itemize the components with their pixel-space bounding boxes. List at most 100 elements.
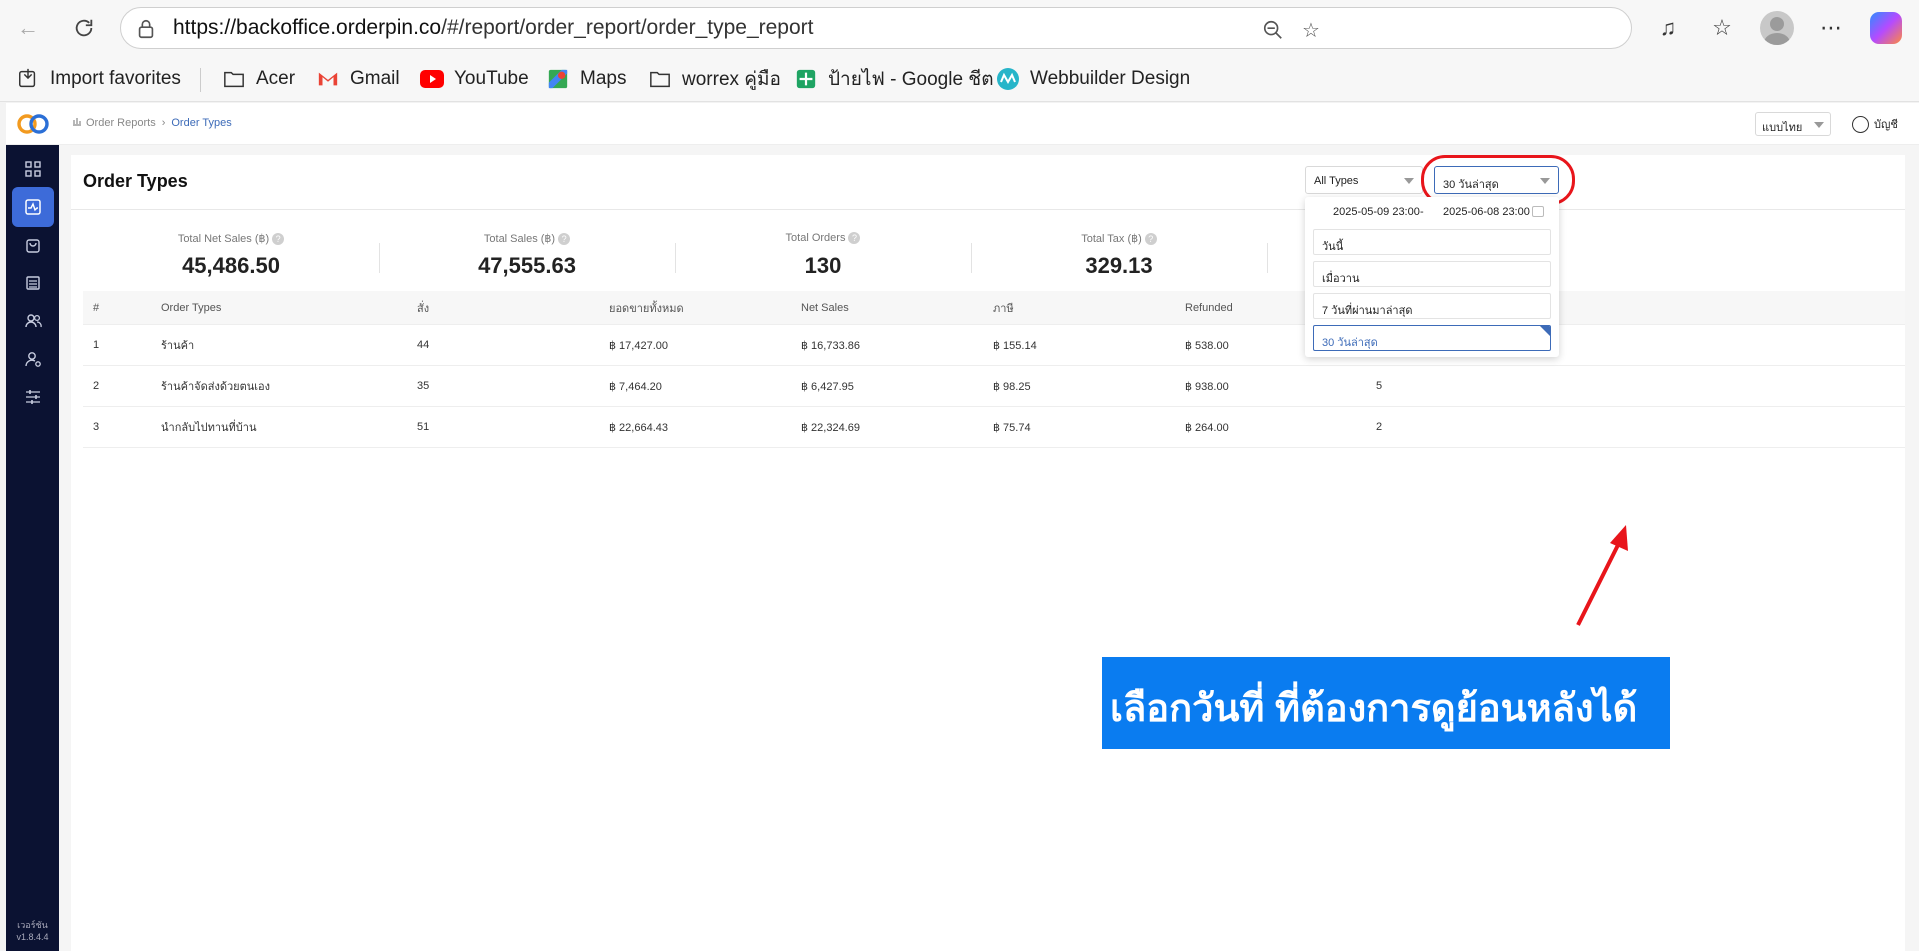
- zoom-out-icon[interactable]: [1261, 18, 1285, 42]
- order-type-filter[interactable]: All Types: [1305, 166, 1423, 194]
- col-tax: ภาษี: [993, 302, 1014, 315]
- account-label: บัญชี: [1874, 119, 1898, 131]
- sidebar-item-customers[interactable]: [12, 301, 54, 341]
- help-icon[interactable]: ?: [558, 233, 571, 245]
- date-range-dropdown: 2025-05-09 23:00 - 2025-06-08 23:00 วันน…: [1305, 197, 1559, 357]
- report-chart-icon: [72, 116, 82, 129]
- col-net-sales: Net Sales: [801, 301, 849, 314]
- main-content: Order Types All Types 30 วันล่าสุด Total…: [59, 145, 1919, 951]
- col-order-types: Order Types: [161, 301, 222, 314]
- account-menu[interactable]: บัญชี: [1852, 115, 1898, 133]
- stat-total-tax: Total Tax (฿)? 329.13: [971, 215, 1267, 301]
- favorite-star-icon[interactable]: ☆: [1299, 18, 1323, 42]
- url-text: https://backoffice.orderpin.co/#/report/…: [173, 16, 814, 39]
- table-row[interactable]: 2 ร้านค้าจัดส่งด้วยตนเอง 35 ฿ 7,464.20 ฿…: [83, 366, 1905, 407]
- stat-total-sales: Total Sales (฿)? 47,555.63: [478, 233, 576, 278]
- help-icon[interactable]: ?: [848, 232, 861, 244]
- catalog-icon: [26, 276, 40, 290]
- bookmark-import-favorites[interactable]: Import favorites: [16, 65, 181, 93]
- stat-total-net-sales: Total Net Sales (฿)? 45,486.50: [83, 215, 379, 301]
- col-orders: สั่ง: [417, 302, 430, 315]
- staff-icon: [25, 352, 41, 367]
- calendar-icon[interactable]: [1532, 206, 1544, 217]
- sidebar-item-orders[interactable]: [12, 225, 54, 265]
- chevron-down-icon: [1814, 122, 1824, 128]
- bookmark-separator: [200, 68, 201, 92]
- breadcrumb: Order Reports › Order Types: [72, 116, 232, 129]
- start-date[interactable]: 2025-05-09 23:00: [1333, 206, 1420, 218]
- option-today[interactable]: วันนี้: [1313, 229, 1551, 255]
- folder-icon: [222, 67, 246, 91]
- language-value: แบบไทย: [1762, 122, 1803, 134]
- bookmark-maps[interactable]: Maps: [546, 65, 626, 93]
- shopping-bag-icon: [26, 239, 40, 253]
- col-refunded: Refunded: [1185, 301, 1233, 314]
- order-types-table: # Order Types สั่ง ยอดขายทั้งหมด Net Sal…: [83, 291, 1905, 448]
- bookmarks-bar: Import favorites Acer Gmail YouTube Maps…: [0, 56, 1919, 102]
- dashboard-icon: [25, 161, 41, 177]
- app-version: เวอร์ชัน v1.8.4.4: [16, 920, 49, 942]
- help-icon[interactable]: ?: [1144, 233, 1157, 245]
- table-header: # Order Types สั่ง ยอดขายทั้งหมด Net Sal…: [83, 291, 1905, 325]
- end-date[interactable]: 2025-06-08 23:00: [1443, 206, 1530, 218]
- sheets-icon: [794, 67, 818, 91]
- table-row[interactable]: 3 นำกลับไปทานที่บ้าน 51 ฿ 22,664.43 ฿ 22…: [83, 407, 1905, 448]
- more-icon[interactable]: ⋯: [1815, 12, 1847, 44]
- media-icon[interactable]: ♫: [1652, 12, 1684, 44]
- maps-icon: [546, 67, 570, 91]
- back-icon[interactable]: ←: [12, 12, 44, 44]
- site-info-icon[interactable]: [135, 18, 157, 40]
- stat-total-orders: Total Orders? 130: [675, 215, 971, 301]
- option-last-30-days[interactable]: 30 วันล่าสุด: [1313, 325, 1551, 351]
- import-icon: [16, 67, 40, 91]
- bookmark-acer[interactable]: Acer: [222, 65, 295, 93]
- page-title: Order Types: [83, 171, 188, 191]
- app-window: Order Reports › Order Types แบบไทย บัญชี: [6, 103, 1919, 951]
- settings-sliders-icon: [26, 390, 40, 404]
- sidebar-item-settings[interactable]: [12, 377, 54, 417]
- help-icon[interactable]: ?: [272, 233, 285, 245]
- annotation-arrow: [1576, 525, 1628, 626]
- stat-divider: [1267, 243, 1268, 273]
- bookmark-gmail[interactable]: Gmail: [316, 65, 400, 93]
- folder-icon: [648, 67, 672, 91]
- breadcrumb-order-types[interactable]: Order Types: [171, 117, 231, 129]
- browser-toolbar: ← https://backoffice.orderpin.co/#/repor…: [0, 0, 1919, 56]
- option-last-7-days[interactable]: 7 วันที่ผ่านมาล่าสุด: [1313, 293, 1551, 319]
- refresh-icon[interactable]: [68, 12, 100, 44]
- customers-icon: [25, 314, 42, 328]
- option-yesterday[interactable]: เมื่อวาน: [1313, 261, 1551, 287]
- orderpin-logo[interactable]: [16, 111, 50, 137]
- favorites-icon[interactable]: ☆: [1706, 12, 1738, 44]
- col-number: #: [93, 301, 100, 314]
- col-total-sales: ยอดขายทั้งหมด: [609, 302, 684, 315]
- sidebar-item-staff[interactable]: [12, 339, 54, 379]
- bookmark-youtube[interactable]: YouTube: [420, 65, 529, 93]
- profile-avatar[interactable]: [1760, 11, 1794, 45]
- gmail-icon: [316, 67, 340, 91]
- sidebar-item-reports[interactable]: [12, 187, 54, 227]
- app-header: Order Reports › Order Types แบบไทย บัญชี: [6, 103, 1919, 145]
- sidebar-item-catalog[interactable]: [12, 263, 54, 303]
- card-divider: [71, 209, 1905, 210]
- report-icon: [25, 199, 41, 215]
- language-select[interactable]: แบบไทย: [1755, 112, 1831, 136]
- table-row[interactable]: 1 ร้านค้า 44 ฿ 17,427.00 ฿ 16,733.86 ฿ 1…: [83, 325, 1905, 366]
- sidebar-item-dashboard[interactable]: [12, 149, 54, 189]
- breadcrumb-separator: ›: [161, 116, 166, 129]
- address-bar[interactable]: https://backoffice.orderpin.co/#/report/…: [120, 7, 1632, 49]
- annotation-callout: เลือกวันที่ ที่ต้องการดูย้อนหลังได้: [1102, 657, 1670, 749]
- youtube-icon: [420, 67, 444, 91]
- sidebar: เวอร์ชัน v1.8.4.4: [6, 145, 59, 951]
- date-range-picker[interactable]: 2025-05-09 23:00 - 2025-06-08 23:00: [1313, 201, 1551, 223]
- user-icon: [1852, 115, 1869, 133]
- bookmark-webbuilder[interactable]: Webbuilder Design: [996, 65, 1190, 93]
- bookmark-worrex[interactable]: worrex คู่มือ: [648, 65, 781, 93]
- bookmark-google-sheet[interactable]: ป้ายไฟ - Google ชีต: [794, 65, 994, 93]
- order-type-value: All Types: [1314, 175, 1359, 187]
- webbuilder-icon: [996, 67, 1020, 91]
- stats-row: Total Net Sales (฿)? 45,486.50 Total Sal…: [83, 215, 1917, 301]
- breadcrumb-order-reports[interactable]: Order Reports: [86, 117, 156, 129]
- chevron-down-icon: [1404, 178, 1414, 184]
- copilot-icon[interactable]: [1870, 12, 1902, 44]
